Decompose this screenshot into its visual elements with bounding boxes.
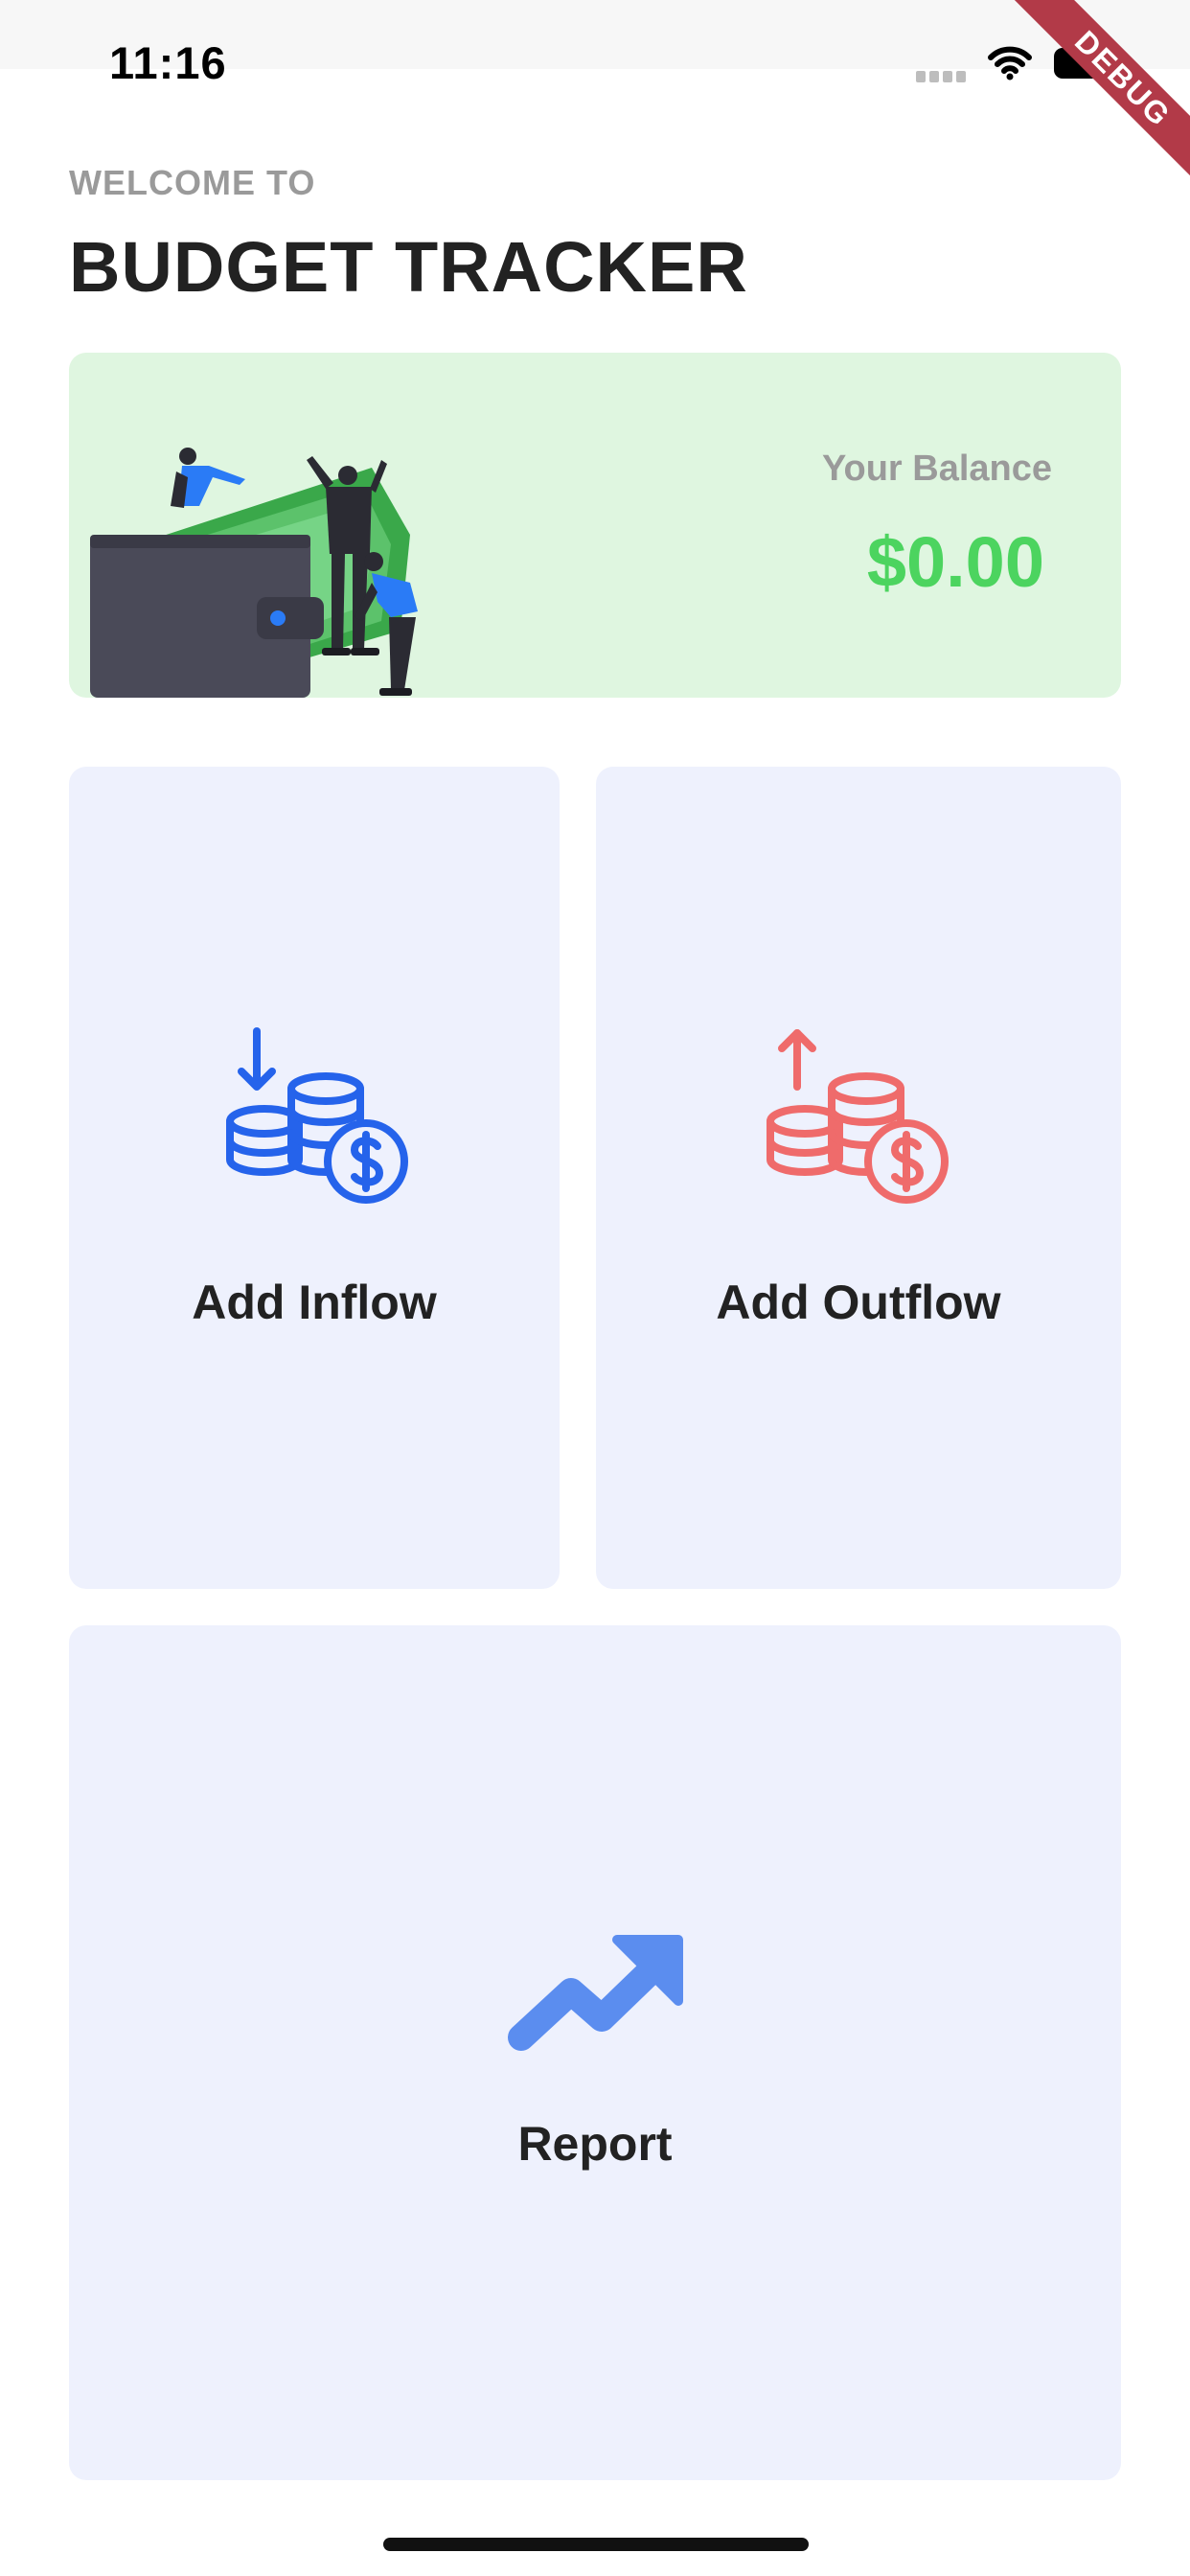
status-time: 11:16 xyxy=(109,37,227,88)
trending-up-icon xyxy=(508,1935,683,2051)
welcome-subtitle: WELCOME TO xyxy=(69,163,316,202)
balance-amount: $0.00 xyxy=(866,522,1044,602)
coins-outflow-icon xyxy=(767,1029,949,1204)
home-indicator[interactable] xyxy=(383,2538,809,2551)
balance-label: Your Balance xyxy=(821,448,1052,489)
add-outflow-label: Add Outflow xyxy=(716,1276,1001,1329)
add-inflow-button[interactable]: Add Inflow xyxy=(69,767,560,1589)
report-label: Report xyxy=(517,2117,673,2171)
coins-inflow-icon xyxy=(226,1027,408,1204)
add-outflow-button[interactable]: Add Outflow xyxy=(596,767,1121,1589)
report-button[interactable]: Report xyxy=(69,1625,1121,2480)
wifi-icon xyxy=(988,46,1032,80)
battery-icon xyxy=(1054,48,1120,79)
app-title: BUDGET TRACKER xyxy=(69,227,748,307)
balance-card: Your Balance $0.00 xyxy=(69,353,1121,698)
status-bar: 11:16 xyxy=(0,0,1190,88)
wallet-money-illustration xyxy=(90,448,418,698)
add-inflow-label: Add Inflow xyxy=(192,1276,437,1329)
